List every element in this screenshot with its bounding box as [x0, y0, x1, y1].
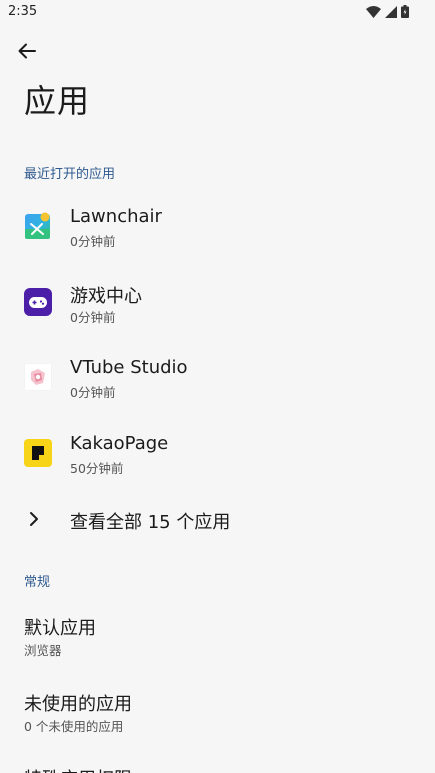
see-all-apps-button[interactable]: 查看全部 15 个应用	[0, 498, 435, 542]
app-row-game-center[interactable]: 游戏中心 0分钟前	[0, 270, 435, 334]
app-name: 游戏中心	[70, 286, 142, 307]
setting-title: 特殊应用权限	[24, 765, 132, 773]
back-button[interactable]	[14, 38, 40, 64]
recent-apps-section-label: 最近打开的应用	[24, 167, 116, 182]
default-apps-item[interactable]: 默认应用 浏览器	[0, 602, 435, 666]
signal-icon	[385, 5, 397, 18]
app-last-used: 0分钟前	[70, 234, 116, 249]
app-row-vtube-studio[interactable]: VTube Studio 0分钟前	[0, 345, 435, 409]
app-name: VTube Studio	[70, 357, 188, 378]
wifi-icon	[366, 5, 381, 18]
arrow-back-icon	[18, 43, 36, 59]
page-title: 应用	[24, 82, 91, 120]
app-last-used: 0分钟前	[70, 310, 116, 325]
app-last-used: 0分钟前	[70, 385, 116, 400]
status-icons	[366, 5, 409, 18]
status-time: 2:35	[8, 4, 38, 19]
setting-title: 默认应用	[24, 618, 96, 639]
setting-title: 未使用的应用	[24, 694, 132, 715]
lawnchair-icon	[25, 212, 50, 239]
setting-subtitle: 浏览器	[24, 643, 62, 658]
status-bar: 2:35	[0, 0, 435, 24]
setting-subtitle: 0 个未使用的应用	[24, 719, 124, 734]
app-last-used: 50分钟前	[70, 461, 124, 476]
special-app-access-item[interactable]: 特殊应用权限	[0, 753, 435, 773]
unused-apps-item[interactable]: 未使用的应用 0 个未使用的应用	[0, 678, 435, 742]
battery-icon	[401, 5, 409, 18]
app-name: KakaoPage	[70, 433, 169, 454]
kakaopage-icon	[24, 439, 52, 467]
vtube-icon	[24, 363, 52, 391]
app-row-lawnchair[interactable]: Lawnchair 0分钟前	[0, 194, 435, 258]
see-all-apps-label: 查看全部 15 个应用	[70, 512, 231, 533]
gamepad-icon	[24, 288, 52, 316]
general-section-label: 常规	[24, 575, 51, 590]
chevron-right-icon	[30, 512, 38, 526]
app-row-kakaopage[interactable]: KakaoPage 50分钟前	[0, 421, 435, 485]
app-name: Lawnchair	[70, 206, 162, 227]
